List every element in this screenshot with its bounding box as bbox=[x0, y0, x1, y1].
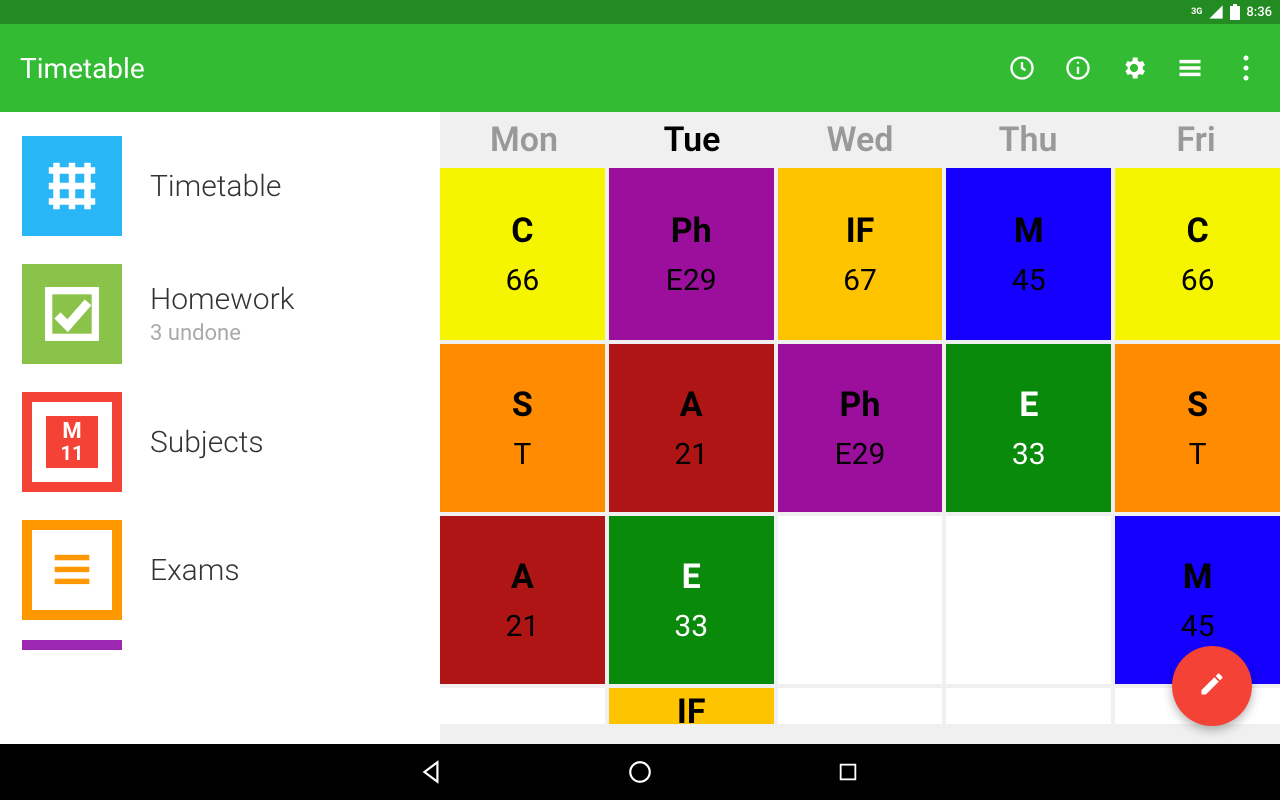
page-title: Timetable bbox=[20, 52, 1008, 85]
class-cell-A[interactable]: A 21 bbox=[440, 516, 609, 684]
app-bar: Timetable bbox=[0, 24, 1280, 112]
empty-cell bbox=[946, 688, 1115, 724]
class-code: IF bbox=[677, 692, 706, 732]
class-cell-C[interactable]: C 66 bbox=[440, 168, 609, 340]
class-cell-IF[interactable]: IF 67 bbox=[778, 168, 947, 340]
empty-cell bbox=[778, 688, 947, 724]
timetable-grid: MonTueWedThuFri C66PhE29IF67M45C66STA21P… bbox=[440, 112, 1280, 744]
class-code: E bbox=[1019, 385, 1038, 425]
gear-icon[interactable] bbox=[1120, 54, 1148, 82]
sidebar-item-timetable[interactable]: Timetable bbox=[0, 122, 440, 250]
menu-icon[interactable] bbox=[1176, 54, 1204, 82]
nav-bar bbox=[0, 744, 1280, 800]
empty-cell bbox=[946, 516, 1115, 684]
class-room: 33 bbox=[674, 609, 708, 644]
class-room: 33 bbox=[1012, 437, 1046, 472]
day-head-wed[interactable]: Wed bbox=[776, 112, 944, 168]
class-cell-C[interactable]: C 66 bbox=[1115, 168, 1280, 340]
class-cell-Ph[interactable]: Ph E29 bbox=[609, 168, 778, 340]
status-bar: 3G 8:36 bbox=[0, 0, 1280, 24]
class-code: M bbox=[1014, 211, 1044, 251]
class-cell-E[interactable]: E 33 bbox=[946, 344, 1115, 512]
sidebar-item-label: Timetable bbox=[150, 169, 281, 204]
class-code: A bbox=[680, 385, 703, 425]
info-icon[interactable] bbox=[1064, 54, 1092, 82]
class-cell-S[interactable]: ST bbox=[440, 344, 609, 512]
sidebar-item-label: Exams bbox=[150, 553, 240, 588]
class-code: Ph bbox=[671, 211, 712, 251]
clock-icon[interactable] bbox=[1008, 54, 1036, 82]
day-head-thu[interactable]: Thu bbox=[944, 112, 1112, 168]
days-header: MonTueWedThuFri bbox=[440, 112, 1280, 168]
m11-icon: M11 bbox=[22, 392, 122, 492]
pencil-icon bbox=[1198, 670, 1226, 702]
class-cell-E[interactable]: E 33 bbox=[609, 516, 778, 684]
class-room: 67 bbox=[843, 263, 877, 298]
sidebar-item-label: Subjects bbox=[150, 425, 264, 460]
class-code: C bbox=[511, 211, 533, 251]
status-time: 8:36 bbox=[1246, 5, 1272, 20]
class-room: E29 bbox=[835, 437, 886, 472]
nav-home-button[interactable] bbox=[626, 758, 654, 786]
appbar-actions bbox=[1008, 54, 1260, 82]
class-code: M bbox=[1183, 557, 1213, 597]
grid-body: C66PhE29IF67M45C66STA21PhE29E33STA21E33M… bbox=[440, 168, 1280, 744]
sidebar-item-homework[interactable]: Homework 3 undone bbox=[0, 250, 440, 378]
sidebar-item-exams[interactable]: Exams bbox=[0, 506, 440, 634]
class-room: 21 bbox=[506, 609, 540, 644]
class-cell-M[interactable]: M 45 bbox=[946, 168, 1115, 340]
sidebar-item-subjects[interactable]: M11 Subjects bbox=[0, 378, 440, 506]
class-cell-Ph[interactable]: Ph E29 bbox=[778, 344, 947, 512]
class-cell-A[interactable]: A 21 bbox=[609, 344, 778, 512]
class-code: S bbox=[1187, 385, 1208, 425]
lines-icon bbox=[22, 520, 122, 620]
network-3g-label: 3G bbox=[1191, 7, 1202, 17]
class-code: S bbox=[512, 385, 533, 425]
class-room: 66 bbox=[506, 263, 540, 298]
class-code: IF bbox=[846, 211, 875, 251]
class-room: E29 bbox=[666, 263, 717, 298]
sidebar-item-extra[interactable] bbox=[0, 634, 440, 668]
class-room: T bbox=[513, 437, 531, 472]
class-code: E bbox=[682, 557, 701, 597]
empty-cell bbox=[778, 516, 947, 684]
class-room: 66 bbox=[1181, 263, 1215, 298]
class-code: A bbox=[511, 557, 534, 597]
class-code: C bbox=[1186, 211, 1208, 251]
class-cell-S[interactable]: ST bbox=[1115, 344, 1280, 512]
empty-cell bbox=[440, 688, 609, 724]
purple-icon bbox=[22, 640, 122, 654]
check-icon bbox=[22, 264, 122, 364]
class-code: Ph bbox=[840, 385, 881, 425]
nav-back-button[interactable] bbox=[418, 758, 446, 786]
class-room: 45 bbox=[1181, 609, 1215, 644]
signal-icon bbox=[1208, 4, 1224, 20]
fab-edit-button[interactable] bbox=[1172, 646, 1252, 726]
nav-recent-button[interactable] bbox=[834, 758, 862, 786]
day-head-mon[interactable]: Mon bbox=[440, 112, 608, 168]
day-head-tue[interactable]: Tue bbox=[608, 112, 776, 168]
class-room: 21 bbox=[674, 437, 708, 472]
sidebar-item-label: Homework bbox=[150, 282, 294, 317]
grid-icon bbox=[22, 136, 122, 236]
sidebar-item-sub: 3 undone bbox=[150, 321, 294, 346]
sidebar: Timetable Homework 3 undone bbox=[0, 112, 440, 744]
class-room: 45 bbox=[1012, 263, 1046, 298]
class-room: T bbox=[1189, 437, 1207, 472]
class-cell-IF[interactable]: IF bbox=[609, 688, 778, 724]
more-icon[interactable] bbox=[1232, 54, 1260, 82]
day-head-fri[interactable]: Fri bbox=[1112, 112, 1280, 168]
battery-icon bbox=[1230, 4, 1240, 20]
